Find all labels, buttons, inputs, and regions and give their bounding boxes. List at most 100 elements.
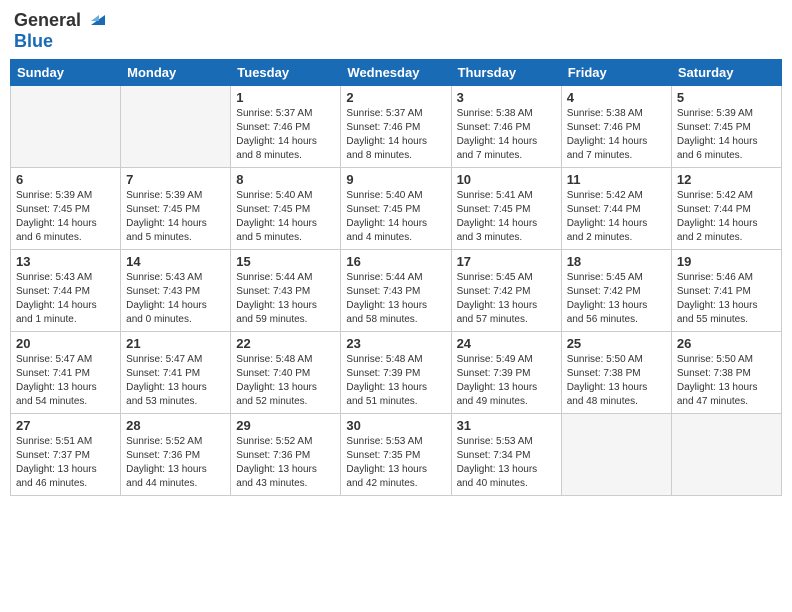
day-number: 9 <box>346 172 445 187</box>
day-number: 25 <box>567 336 666 351</box>
logo-blue: Blue <box>14 31 53 52</box>
day-number: 12 <box>677 172 776 187</box>
calendar-cell: 31 Sunrise: 5:53 AMSunset: 7:34 PMDayligh… <box>451 414 561 496</box>
calendar-cell: 4 Sunrise: 5:38 AMSunset: 7:46 PMDaylight… <box>561 86 671 168</box>
day-number: 30 <box>346 418 445 433</box>
day-info: Sunrise: 5:42 AMSunset: 7:44 PMDaylight:… <box>677 189 776 245</box>
day-info: Sunrise: 5:39 AMSunset: 7:45 PMDaylight:… <box>126 189 225 245</box>
day-number: 27 <box>16 418 115 433</box>
day-info: Sunrise: 5:47 AMSunset: 7:41 PMDaylight:… <box>126 353 225 409</box>
weekday-header: Wednesday <box>341 60 451 86</box>
calendar-cell <box>671 414 781 496</box>
calendar-cell: 7 Sunrise: 5:39 AMSunset: 7:45 PMDaylight… <box>121 168 231 250</box>
day-info: Sunrise: 5:47 AMSunset: 7:41 PMDaylight:… <box>16 353 115 409</box>
weekday-header: Monday <box>121 60 231 86</box>
day-number: 28 <box>126 418 225 433</box>
calendar-cell: 5Sunrise: 5:39 AMSunset: 7:45 PMDaylight… <box>671 86 781 168</box>
day-info: Sunrise: 5:44 AMSunset: 7:43 PMDaylight:… <box>236 271 335 327</box>
calendar-cell <box>11 86 121 168</box>
day-number: 21 <box>126 336 225 351</box>
weekday-header: Thursday <box>451 60 561 86</box>
calendar-cell: 12 Sunrise: 5:42 AMSunset: 7:44 PMDayligh… <box>671 168 781 250</box>
day-info: Sunrise: 5:50 AMSunset: 7:38 PMDaylight:… <box>677 353 776 409</box>
day-info: Sunrise: 5:37 AMSunset: 7:46 PMDaylight:… <box>236 107 335 163</box>
day-number: 15 <box>236 254 335 269</box>
day-info: Sunrise: 5:41 AMSunset: 7:45 PMDaylight:… <box>457 189 556 245</box>
logo-bird-icon <box>83 7 105 29</box>
calendar-cell: 30 Sunrise: 5:53 AMSunset: 7:35 PMDayligh… <box>341 414 451 496</box>
day-number: 23 <box>346 336 445 351</box>
day-info: Sunrise: 5:42 AMSunset: 7:44 PMDaylight:… <box>567 189 666 245</box>
day-info: Sunrise: 5:52 AMSunset: 7:36 PMDaylight:… <box>126 435 225 491</box>
calendar-week-row: 6 Sunrise: 5:39 AMSunset: 7:45 PMDaylight… <box>11 168 782 250</box>
calendar-cell: 28 Sunrise: 5:52 AMSunset: 7:36 PMDayligh… <box>121 414 231 496</box>
logo: General Blue <box>14 10 105 51</box>
day-info: Sunrise: 5:40 AMSunset: 7:45 PMDaylight:… <box>236 189 335 245</box>
day-info: Sunrise: 5:46 AMSunset: 7:41 PMDaylight:… <box>677 271 776 327</box>
day-info: Sunrise: 5:39 AMSunset: 7:45 PMDaylight:… <box>677 107 776 163</box>
day-number: 7 <box>126 172 225 187</box>
calendar-week-row: 27 Sunrise: 5:51 AMSunset: 7:37 PMDayligh… <box>11 414 782 496</box>
calendar-cell <box>561 414 671 496</box>
day-info: Sunrise: 5:38 AMSunset: 7:46 PMDaylight:… <box>457 107 556 163</box>
day-number: 2 <box>346 90 445 105</box>
day-number: 8 <box>236 172 335 187</box>
calendar-cell: 26Sunrise: 5:50 AMSunset: 7:38 PMDayligh… <box>671 332 781 414</box>
weekday-header: Tuesday <box>231 60 341 86</box>
day-number: 3 <box>457 90 556 105</box>
day-number: 18 <box>567 254 666 269</box>
day-info: Sunrise: 5:43 AMSunset: 7:43 PMDaylight:… <box>126 271 225 327</box>
calendar-cell: 23Sunrise: 5:48 AMSunset: 7:39 PMDayligh… <box>341 332 451 414</box>
day-info: Sunrise: 5:43 AMSunset: 7:44 PMDaylight:… <box>16 271 115 327</box>
day-number: 13 <box>16 254 115 269</box>
calendar-cell: 16 Sunrise: 5:44 AMSunset: 7:43 PMDayligh… <box>341 250 451 332</box>
day-number: 6 <box>16 172 115 187</box>
day-number: 24 <box>457 336 556 351</box>
calendar-cell: 21 Sunrise: 5:47 AMSunset: 7:41 PMDayligh… <box>121 332 231 414</box>
day-info: Sunrise: 5:44 AMSunset: 7:43 PMDaylight:… <box>346 271 445 327</box>
weekday-header: Sunday <box>11 60 121 86</box>
calendar-cell: 9 Sunrise: 5:40 AMSunset: 7:45 PMDaylight… <box>341 168 451 250</box>
day-info: Sunrise: 5:52 AMSunset: 7:36 PMDaylight:… <box>236 435 335 491</box>
calendar-cell: 13 Sunrise: 5:43 AMSunset: 7:44 PMDayligh… <box>11 250 121 332</box>
calendar-cell: 27 Sunrise: 5:51 AMSunset: 7:37 PMDayligh… <box>11 414 121 496</box>
calendar-cell: 19 Sunrise: 5:46 AMSunset: 7:41 PMDayligh… <box>671 250 781 332</box>
calendar-week-row: 20 Sunrise: 5:47 AMSunset: 7:41 PMDayligh… <box>11 332 782 414</box>
logo-general: General <box>14 10 81 31</box>
day-number: 1 <box>236 90 335 105</box>
day-number: 22 <box>236 336 335 351</box>
day-info: Sunrise: 5:40 AMSunset: 7:45 PMDaylight:… <box>346 189 445 245</box>
day-info: Sunrise: 5:38 AMSunset: 7:46 PMDaylight:… <box>567 107 666 163</box>
day-number: 4 <box>567 90 666 105</box>
calendar-cell: 3 Sunrise: 5:38 AMSunset: 7:46 PMDaylight… <box>451 86 561 168</box>
day-number: 17 <box>457 254 556 269</box>
day-info: Sunrise: 5:49 AMSunset: 7:39 PMDaylight:… <box>457 353 556 409</box>
calendar-cell: 14Sunrise: 5:43 AMSunset: 7:43 PMDayligh… <box>121 250 231 332</box>
day-info: Sunrise: 5:50 AMSunset: 7:38 PMDaylight:… <box>567 353 666 409</box>
calendar-cell: 10 Sunrise: 5:41 AMSunset: 7:45 PMDayligh… <box>451 168 561 250</box>
calendar-cell: 6Sunrise: 5:39 AMSunset: 7:45 PMDaylight… <box>11 168 121 250</box>
day-info: Sunrise: 5:53 AMSunset: 7:35 PMDaylight:… <box>346 435 445 491</box>
calendar-cell: 18Sunrise: 5:45 AMSunset: 7:42 PMDayligh… <box>561 250 671 332</box>
day-info: Sunrise: 5:51 AMSunset: 7:37 PMDaylight:… <box>16 435 115 491</box>
day-number: 10 <box>457 172 556 187</box>
day-number: 16 <box>346 254 445 269</box>
day-info: Sunrise: 5:37 AMSunset: 7:46 PMDaylight:… <box>346 107 445 163</box>
calendar-cell: 29Sunrise: 5:52 AMSunset: 7:36 PMDayligh… <box>231 414 341 496</box>
day-info: Sunrise: 5:45 AMSunset: 7:42 PMDaylight:… <box>457 271 556 327</box>
calendar-cell: 22 Sunrise: 5:48 AMSunset: 7:40 PMDayligh… <box>231 332 341 414</box>
calendar-table: SundayMondayTuesdayWednesdayThursdayFrid… <box>10 59 782 496</box>
day-info: Sunrise: 5:53 AMSunset: 7:34 PMDaylight:… <box>457 435 556 491</box>
calendar-cell: 25 Sunrise: 5:50 AMSunset: 7:38 PMDayligh… <box>561 332 671 414</box>
weekday-header-row: SundayMondayTuesdayWednesdayThursdayFrid… <box>11 60 782 86</box>
day-number: 19 <box>677 254 776 269</box>
day-number: 31 <box>457 418 556 433</box>
calendar-week-row: 13 Sunrise: 5:43 AMSunset: 7:44 PMDayligh… <box>11 250 782 332</box>
calendar-cell: 20 Sunrise: 5:47 AMSunset: 7:41 PMDayligh… <box>11 332 121 414</box>
calendar-cell: 1 Sunrise: 5:37 AMSunset: 7:46 PMDaylight… <box>231 86 341 168</box>
calendar-cell: 15 Sunrise: 5:44 AMSunset: 7:43 PMDayligh… <box>231 250 341 332</box>
calendar-cell <box>121 86 231 168</box>
calendar-cell: 11Sunrise: 5:42 AMSunset: 7:44 PMDayligh… <box>561 168 671 250</box>
day-info: Sunrise: 5:48 AMSunset: 7:40 PMDaylight:… <box>236 353 335 409</box>
day-number: 20 <box>16 336 115 351</box>
